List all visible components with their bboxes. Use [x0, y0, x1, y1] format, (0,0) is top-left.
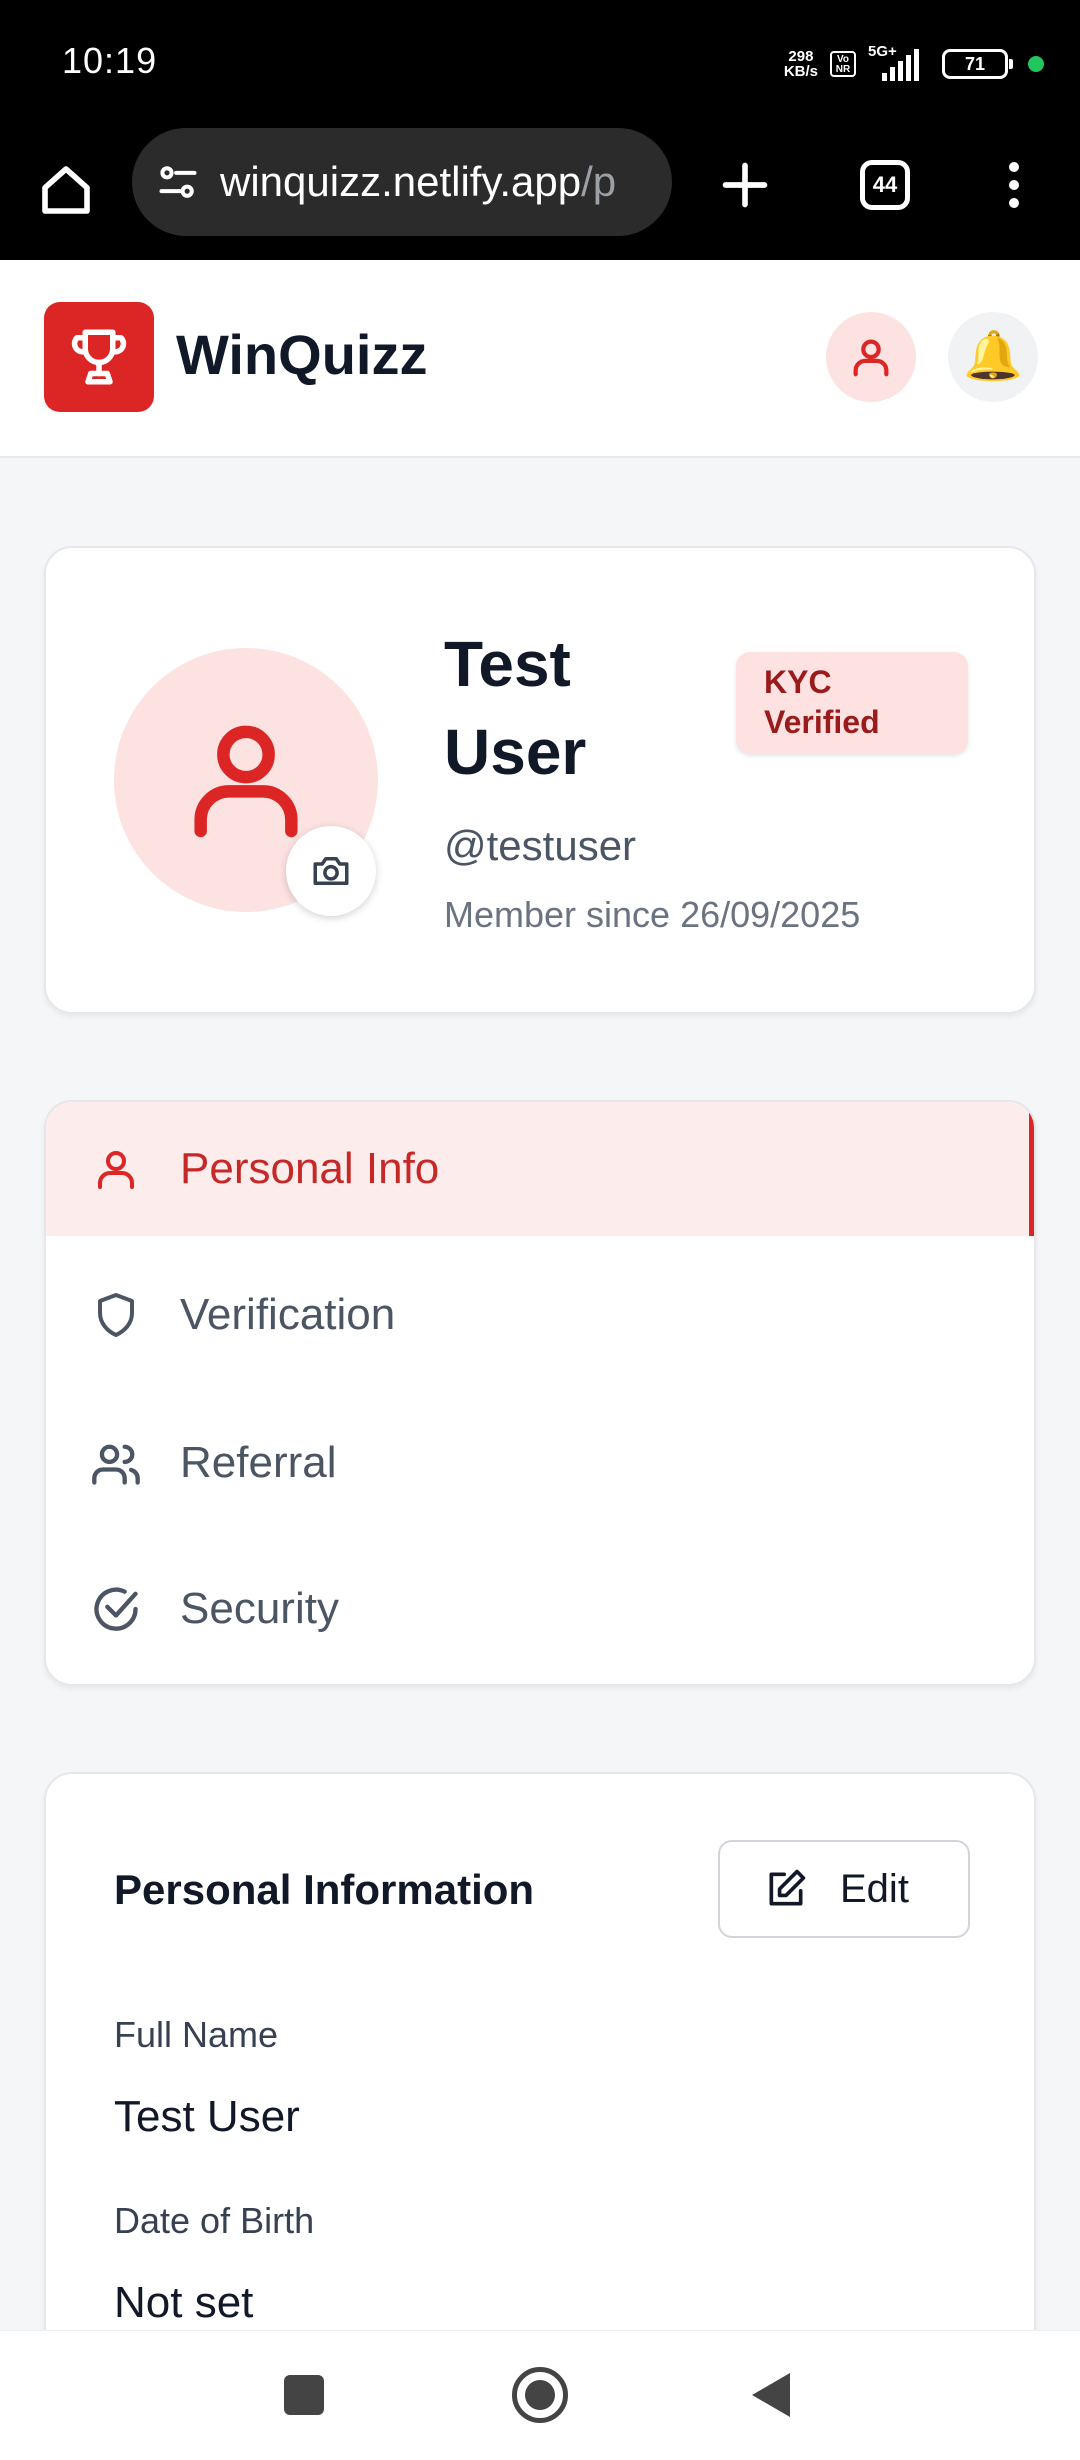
volte-icon: Vo NR — [830, 51, 856, 77]
section-title: Personal Information — [114, 1866, 535, 1913]
dob-label: Date of Birth — [114, 2200, 315, 2241]
tab-switcher-button[interactable]: 44 — [848, 148, 922, 222]
trophy-icon — [71, 329, 127, 385]
dob-value: Not set — [114, 2278, 254, 2327]
signal-icon: 5G+ — [868, 43, 930, 81]
menu-dot-icon — [1009, 162, 1019, 172]
user-icon — [853, 339, 889, 377]
site-settings-icon[interactable] — [156, 160, 200, 204]
users-icon — [92, 1444, 140, 1485]
edit-button[interactable]: Edit — [718, 1840, 970, 1938]
shield-icon — [98, 1293, 134, 1337]
network-speed-value: 298 — [788, 48, 814, 65]
profile-button[interactable] — [826, 312, 916, 402]
browser-menu-button[interactable] — [984, 148, 1044, 222]
home-icon — [42, 166, 90, 214]
tab-label: Referral — [180, 1438, 337, 1487]
app-header: WinQuizz 🔔 — [0, 260, 1080, 458]
system-nav-bar — [0, 2330, 1080, 2460]
full-name-label: Full Name — [114, 2014, 279, 2055]
status-time: 10:19 — [62, 40, 158, 81]
menu-dot-icon — [1009, 180, 1019, 190]
kyc-status-badge: KYC Verified — [736, 652, 968, 754]
member-since: Member since 26/09/2025 — [444, 894, 861, 935]
profile-name: Test User — [444, 628, 587, 788]
user-avatar-icon — [194, 725, 298, 838]
back-button[interactable] — [752, 2373, 790, 2417]
network-speed-unit: KB/s — [783, 63, 818, 80]
status-bar: 10:19 298 KB/s Vo NR 5G+ 71 — [0, 0, 1080, 128]
new-tab-button[interactable] — [708, 148, 782, 222]
url-text[interactable]: winquizz.netlify.app/p — [220, 158, 616, 206]
privacy-dot-icon — [1028, 56, 1044, 72]
check-circle-icon — [94, 1587, 138, 1631]
tab-referral[interactable]: Referral — [46, 1396, 1034, 1530]
tab-label: Personal Info — [180, 1144, 440, 1193]
recent-apps-button[interactable] — [284, 2375, 324, 2415]
logo[interactable] — [44, 302, 154, 412]
url-rest: /p — [581, 158, 617, 205]
browser-toolbar: winquizz.netlify.app/p 44 — [0, 128, 1080, 260]
home-circle-icon — [525, 2380, 555, 2410]
tab-security[interactable]: Security — [46, 1542, 1034, 1676]
full-name-value: Test User — [114, 2092, 300, 2141]
home-button[interactable] — [30, 154, 102, 226]
user-icon — [98, 1151, 134, 1189]
notifications-button[interactable]: 🔔 — [948, 312, 1038, 402]
tab-label: Verification — [180, 1290, 396, 1339]
menu-dot-icon — [1009, 198, 1019, 208]
tab-verification[interactable]: Verification — [46, 1248, 1034, 1382]
tab-personal-info[interactable]: Personal Info — [46, 1102, 1034, 1236]
tab-label: Security — [180, 1584, 339, 1633]
network-type: 5G+ — [868, 43, 897, 60]
username: @testuser — [444, 822, 637, 869]
brand-name[interactable]: WinQuizz — [176, 322, 427, 387]
edit-label: Edit — [840, 1866, 909, 1911]
bell-icon: 🔔 — [963, 330, 1023, 383]
status-icons: 298 KB/s Vo NR 5G+ 71 — [784, 43, 1044, 84]
volte-bottom: NR — [835, 64, 851, 75]
camera-icon — [313, 857, 349, 885]
profile-card: Test User KYC Verified @testuser Member … — [44, 546, 1036, 1014]
profile-tabs-menu: Personal Info Verification Referral Secu… — [44, 1100, 1036, 1686]
url-main: winquizz.netlify.app — [220, 158, 582, 205]
battery-level: 71 — [964, 54, 986, 74]
change-photo-button[interactable] — [286, 826, 376, 916]
plus-icon — [722, 162, 768, 208]
battery-icon: 71 — [942, 49, 1013, 79]
address-bar[interactable]: winquizz.netlify.app/p — [132, 128, 672, 236]
home-nav-button[interactable] — [512, 2367, 568, 2423]
tab-count: 44 — [860, 160, 910, 210]
edit-icon — [769, 1869, 806, 1906]
network-speed: 298 KB/s — [784, 49, 818, 79]
